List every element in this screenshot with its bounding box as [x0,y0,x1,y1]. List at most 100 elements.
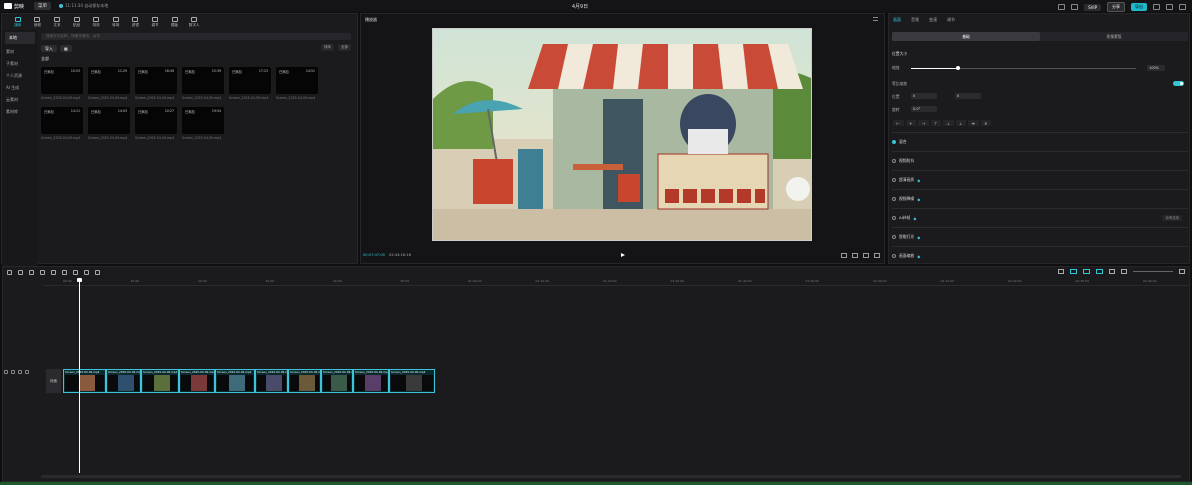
scale-value[interactable]: 100% [1147,65,1165,71]
sidebar-item-cloud[interactable]: 云素材 [2,94,38,106]
split-icon[interactable] [29,270,34,275]
section-zoom[interactable]: 画面缩放 ◆ [892,246,1188,265]
timeline-clip[interactable]: Screen_2025-04-09.mp4 [141,369,179,393]
check-icon[interactable] [892,216,896,220]
media-clip[interactable]: 已添加 11:29 [88,67,130,94]
segment-mask[interactable]: 抠像蒙版 [1040,32,1188,41]
close-icon[interactable] [1179,4,1186,10]
ratio-icon[interactable] [841,253,847,258]
media-clip[interactable]: 已添加 19:54 [182,107,224,134]
flip-v-icon[interactable]: ✕ [979,119,992,127]
media-clip[interactable]: 已添加 10:27 [135,107,177,134]
sidebar-item-sub[interactable]: 子素材 [2,58,38,70]
section-lighting[interactable]: 智能打光 ◆ [892,227,1188,246]
media-clip[interactable]: 已添加 14:51 [276,67,318,94]
preview-axis-icon[interactable] [1109,269,1115,274]
segment-basic[interactable]: 基础 [892,32,1040,41]
tool-template[interactable]: 模板 [165,14,185,30]
position-x-input[interactable]: 0 [911,93,937,99]
align-center-icon[interactable]: + [904,119,917,127]
playhead[interactable] [77,278,82,473]
snap-icon[interactable] [1096,269,1103,274]
zoom-in-icon[interactable] [1179,269,1185,274]
timeline-clip[interactable]: Screen_2025-04-09.mp4 [255,369,288,393]
layout-icon[interactable] [1058,4,1066,10]
timeline-clip[interactable]: Screen_2025-04-09.mp4 [321,369,353,393]
media-clip[interactable]: 已添加 14:03 [88,107,130,134]
align-right-icon[interactable]: ⊣ [917,119,930,127]
timeline-scrollbar[interactable] [41,475,1181,478]
media-clip[interactable]: 已添加 15:39 [182,67,224,94]
export-button[interactable]: 导出 [1131,3,1147,11]
timeline-clip[interactable]: Screen_2025-04-09.mp4 [106,369,141,393]
check-icon[interactable] [892,140,896,144]
project-title[interactable]: 4月9日 [560,3,600,10]
crop-icon[interactable] [863,253,869,258]
play-icon[interactable] [621,253,625,257]
svip-button[interactable]: SVIP [1084,3,1101,11]
sidebar-item-local[interactable]: 本地 [5,32,35,44]
tab-speed[interactable]: 变速 [929,17,937,23]
timeline-clip[interactable]: Screen_2025-04-09.mp4 [353,369,389,393]
fullscreen-icon[interactable] [874,253,880,258]
minimize-icon[interactable] [1153,4,1160,10]
media-clip[interactable]: 已添加 10:53 [41,67,83,94]
share-button[interactable]: 分享 [1107,2,1125,12]
split-left-icon[interactable] [40,270,45,275]
player-menu-icon[interactable] [873,17,878,21]
media-clip[interactable]: 已添加 17:23 [229,67,271,94]
check-icon[interactable] [892,235,896,239]
uniform-scale-toggle[interactable] [1173,81,1184,86]
sidebar-item-ai[interactable]: AI 生成 [2,82,38,94]
tool-effects[interactable]: 特效 [86,14,106,30]
tool-digital-human[interactable]: 数字人 [184,14,204,30]
tool-audio[interactable]: 音频 [28,14,48,30]
align-left-icon[interactable]: ⊢ [892,119,905,127]
tool-text[interactable]: 文本 [47,14,67,30]
tab-picture[interactable]: 画面 [893,17,901,23]
sidebar-item-library[interactable]: 素材库 [2,106,38,118]
check-icon[interactable] [892,178,896,182]
more-icon[interactable] [25,370,29,374]
align-bottom-icon[interactable]: ⊥ [954,119,967,127]
grid-view-icon[interactable]: ▦ [60,44,72,52]
timeline-clip[interactable]: Screen_2025-04-09.mp4 [215,369,255,393]
select-tool-icon[interactable] [7,270,12,275]
sort-button[interactable]: 排序 [321,44,334,51]
tab-audio[interactable]: 音频 [911,17,919,23]
rotate-icon[interactable] [95,270,100,275]
lock-icon[interactable] [4,370,8,374]
timeline-ruler[interactable]: 00:00 10:00 20:00 30:00 40:00 50:00 01:00:00 01… [43,278,1189,286]
check-icon[interactable] [892,197,896,201]
tool-sticker[interactable]: 贴纸 [67,14,87,30]
mic-icon[interactable] [1058,269,1064,274]
media-clip[interactable]: 已添加 14:11 [41,107,83,134]
import-button[interactable]: 导入 [41,44,57,52]
section-frame-interp[interactable]: AI补帧 ◆ 帧率选择 [892,208,1188,227]
align-middle-icon[interactable]: ⊥ [942,119,955,127]
zoom-out-icon[interactable] [1121,269,1127,274]
section-stabilize[interactable]: 视频防抖 [892,151,1188,170]
zoom-fit-icon[interactable] [852,253,858,258]
timeline-clip[interactable]: Screen_2025-04-09.mp4 [179,369,215,393]
media-search-input[interactable]: 搜索文件名称、场景关键词、台词 [41,33,351,40]
screen-icon[interactable] [1071,4,1079,10]
timeline-clip[interactable]: Screen_2025-04-09.mp4 [288,369,321,393]
tab-adjust[interactable]: 调节 [947,17,955,23]
undo-icon[interactable] [18,270,23,275]
section-hd[interactable]: 超清画质 ◆ [892,170,1188,189]
frame-rate-select[interactable]: 帧率选择 [1162,215,1182,221]
maximize-icon[interactable] [1166,4,1173,10]
section-blend[interactable]: 混合 [892,132,1188,151]
link-main-icon[interactable] [1070,269,1077,274]
align-top-icon[interactable]: ⊤ [929,119,942,127]
sidebar-item-personal[interactable]: 个人资源 [2,70,38,82]
split-right-icon[interactable] [51,270,56,275]
position-y-input[interactable]: 0 [955,93,981,99]
section-denoise[interactable]: 视频降噪 ◆ [892,189,1188,208]
link-audio-icon[interactable] [1083,269,1090,274]
tool-filter[interactable]: 滤镜 [126,14,146,30]
tool-media[interactable]: 媒体 [8,14,28,30]
timeline-clip[interactable]: Screen_2025-04-09.mp4 [63,369,106,393]
menu-button[interactable]: 菜单 [34,2,52,10]
